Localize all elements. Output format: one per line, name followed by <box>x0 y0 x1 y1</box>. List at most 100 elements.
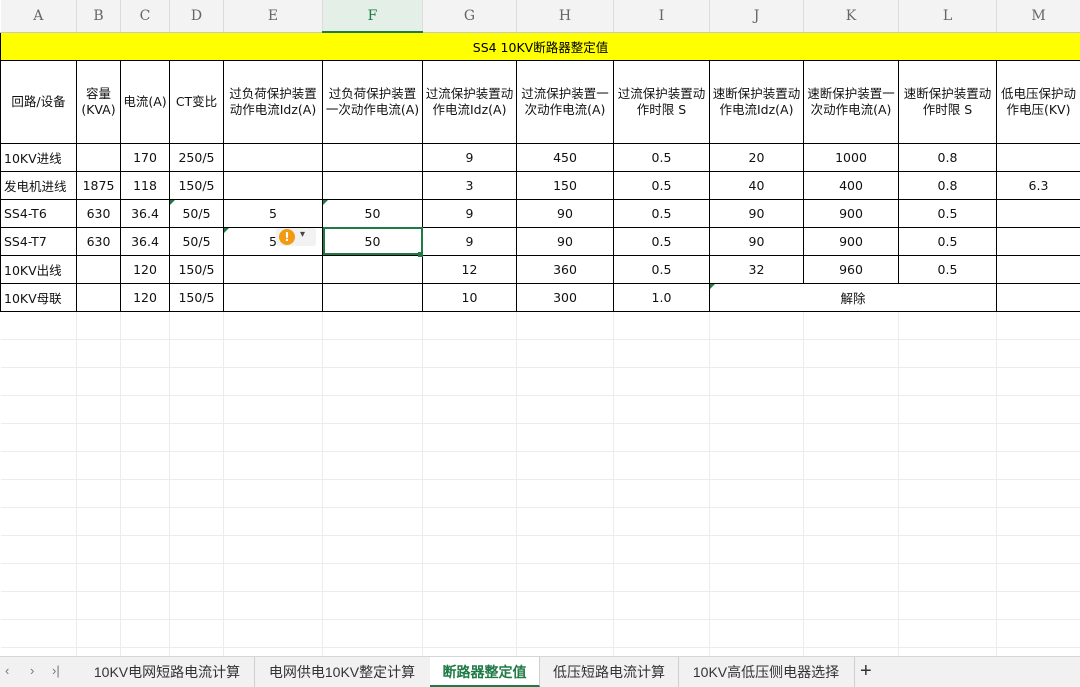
table-cell[interactable]: 0.5 <box>614 255 710 283</box>
empty-cell[interactable] <box>997 535 1080 563</box>
table-cell[interactable]: 360 <box>517 255 614 283</box>
empty-cell[interactable] <box>804 367 899 395</box>
table-cell[interactable] <box>224 283 323 311</box>
empty-cell[interactable] <box>323 339 423 367</box>
empty-cell[interactable] <box>121 591 170 619</box>
empty-cell[interactable] <box>77 479 121 507</box>
empty-cell[interactable] <box>710 591 804 619</box>
empty-cell[interactable] <box>710 451 804 479</box>
empty-cell[interactable] <box>710 367 804 395</box>
empty-cell[interactable] <box>423 563 517 591</box>
empty-cell[interactable] <box>899 339 997 367</box>
empty-cell[interactable] <box>224 479 323 507</box>
empty-cell[interactable] <box>804 535 899 563</box>
merged-cell[interactable]: 解除 <box>710 283 997 311</box>
empty-cell[interactable] <box>997 367 1080 395</box>
empty-cell[interactable] <box>997 479 1080 507</box>
table-cell[interactable] <box>224 255 323 283</box>
empty-cell[interactable] <box>710 563 804 591</box>
empty-cell[interactable] <box>997 451 1080 479</box>
table-cell[interactable]: 50 <box>323 199 423 227</box>
empty-cell[interactable] <box>1 339 77 367</box>
table-cell[interactable]: 900 <box>804 227 899 255</box>
table-cell[interactable] <box>997 199 1080 227</box>
table-cell[interactable]: 9 <box>423 227 517 255</box>
empty-cell[interactable] <box>614 367 710 395</box>
column-header-h[interactable]: H <box>517 0 614 32</box>
header-cell[interactable]: 速断保护装置一次动作电流(A) <box>804 60 899 143</box>
column-header-k[interactable]: K <box>804 0 899 32</box>
table-cell[interactable]: 9 <box>423 143 517 171</box>
empty-cell[interactable] <box>423 591 517 619</box>
empty-cell[interactable] <box>323 647 423 656</box>
empty-cell[interactable] <box>77 311 121 339</box>
row-label-cell[interactable]: SS4-T7 <box>1 227 77 255</box>
table-cell[interactable]: 3 <box>423 171 517 199</box>
empty-cell[interactable] <box>121 423 170 451</box>
fill-handle[interactable] <box>418 252 423 257</box>
column-header-b[interactable]: B <box>77 0 121 32</box>
empty-cell[interactable] <box>1 395 77 423</box>
table-cell[interactable]: 120 <box>121 283 170 311</box>
table-cell[interactable]: 90 <box>710 227 804 255</box>
empty-cell[interactable] <box>997 647 1080 656</box>
next-sheet-button[interactable]: › <box>30 663 34 678</box>
empty-cell[interactable] <box>1 367 77 395</box>
table-cell[interactable]: 630 <box>77 227 121 255</box>
empty-cell[interactable] <box>614 619 710 647</box>
empty-cell[interactable] <box>614 395 710 423</box>
table-cell[interactable]: 20 <box>710 143 804 171</box>
empty-cell[interactable] <box>224 507 323 535</box>
empty-cell[interactable] <box>77 339 121 367</box>
sheet-title-cell[interactable]: SS4 10KV断路器整定值 <box>1 32 1080 60</box>
empty-cell[interactable] <box>1 479 77 507</box>
empty-cell[interactable] <box>517 619 614 647</box>
empty-cell[interactable] <box>121 647 170 656</box>
sheet-tab-low-voltage[interactable]: 低压短路电流计算 <box>540 657 679 687</box>
table-cell[interactable]: 170 <box>121 143 170 171</box>
column-header-d[interactable]: D <box>170 0 224 32</box>
table-cell[interactable]: 0.5 <box>899 199 997 227</box>
column-header-c[interactable]: C <box>121 0 170 32</box>
table-cell[interactable]: 0.5 <box>899 227 997 255</box>
empty-cell[interactable] <box>77 423 121 451</box>
empty-cell[interactable] <box>170 395 224 423</box>
header-cell[interactable]: 过负荷保护装置动作电流Idz(A) <box>224 60 323 143</box>
empty-cell[interactable] <box>423 451 517 479</box>
empty-cell[interactable] <box>77 395 121 423</box>
sheet-tab-grid-setting[interactable]: 电网供电10KV整定计算 <box>254 657 431 687</box>
table-cell[interactable] <box>323 171 423 199</box>
empty-cell[interactable] <box>1 563 77 591</box>
sheet-tab-breaker-setting[interactable]: 断路器整定值 <box>430 657 540 687</box>
empty-cell[interactable] <box>170 535 224 563</box>
empty-cell[interactable] <box>423 647 517 656</box>
empty-cell[interactable] <box>121 563 170 591</box>
empty-cell[interactable] <box>614 311 710 339</box>
empty-cell[interactable] <box>77 619 121 647</box>
empty-cell[interactable] <box>997 507 1080 535</box>
empty-cell[interactable] <box>121 367 170 395</box>
empty-cell[interactable] <box>77 507 121 535</box>
empty-cell[interactable] <box>77 451 121 479</box>
empty-cell[interactable] <box>323 395 423 423</box>
table-cell[interactable]: 12 <box>423 255 517 283</box>
empty-cell[interactable] <box>423 619 517 647</box>
empty-cell[interactable] <box>710 395 804 423</box>
empty-cell[interactable] <box>224 535 323 563</box>
table-cell[interactable]: 1.0 <box>614 283 710 311</box>
table-cell[interactable] <box>997 255 1080 283</box>
empty-cell[interactable] <box>423 395 517 423</box>
empty-cell[interactable] <box>710 311 804 339</box>
empty-cell[interactable] <box>77 367 121 395</box>
table-cell[interactable]: 300 <box>517 283 614 311</box>
empty-cell[interactable] <box>804 451 899 479</box>
table-cell[interactable]: 32 <box>710 255 804 283</box>
empty-cell[interactable] <box>517 367 614 395</box>
table-cell[interactable]: 0.8 <box>899 143 997 171</box>
table-cell[interactable] <box>323 143 423 171</box>
empty-cell[interactable] <box>1 535 77 563</box>
table-cell[interactable] <box>77 255 121 283</box>
header-cell[interactable]: 回路/设备 <box>1 60 77 143</box>
empty-cell[interactable] <box>77 535 121 563</box>
empty-cell[interactable] <box>804 423 899 451</box>
